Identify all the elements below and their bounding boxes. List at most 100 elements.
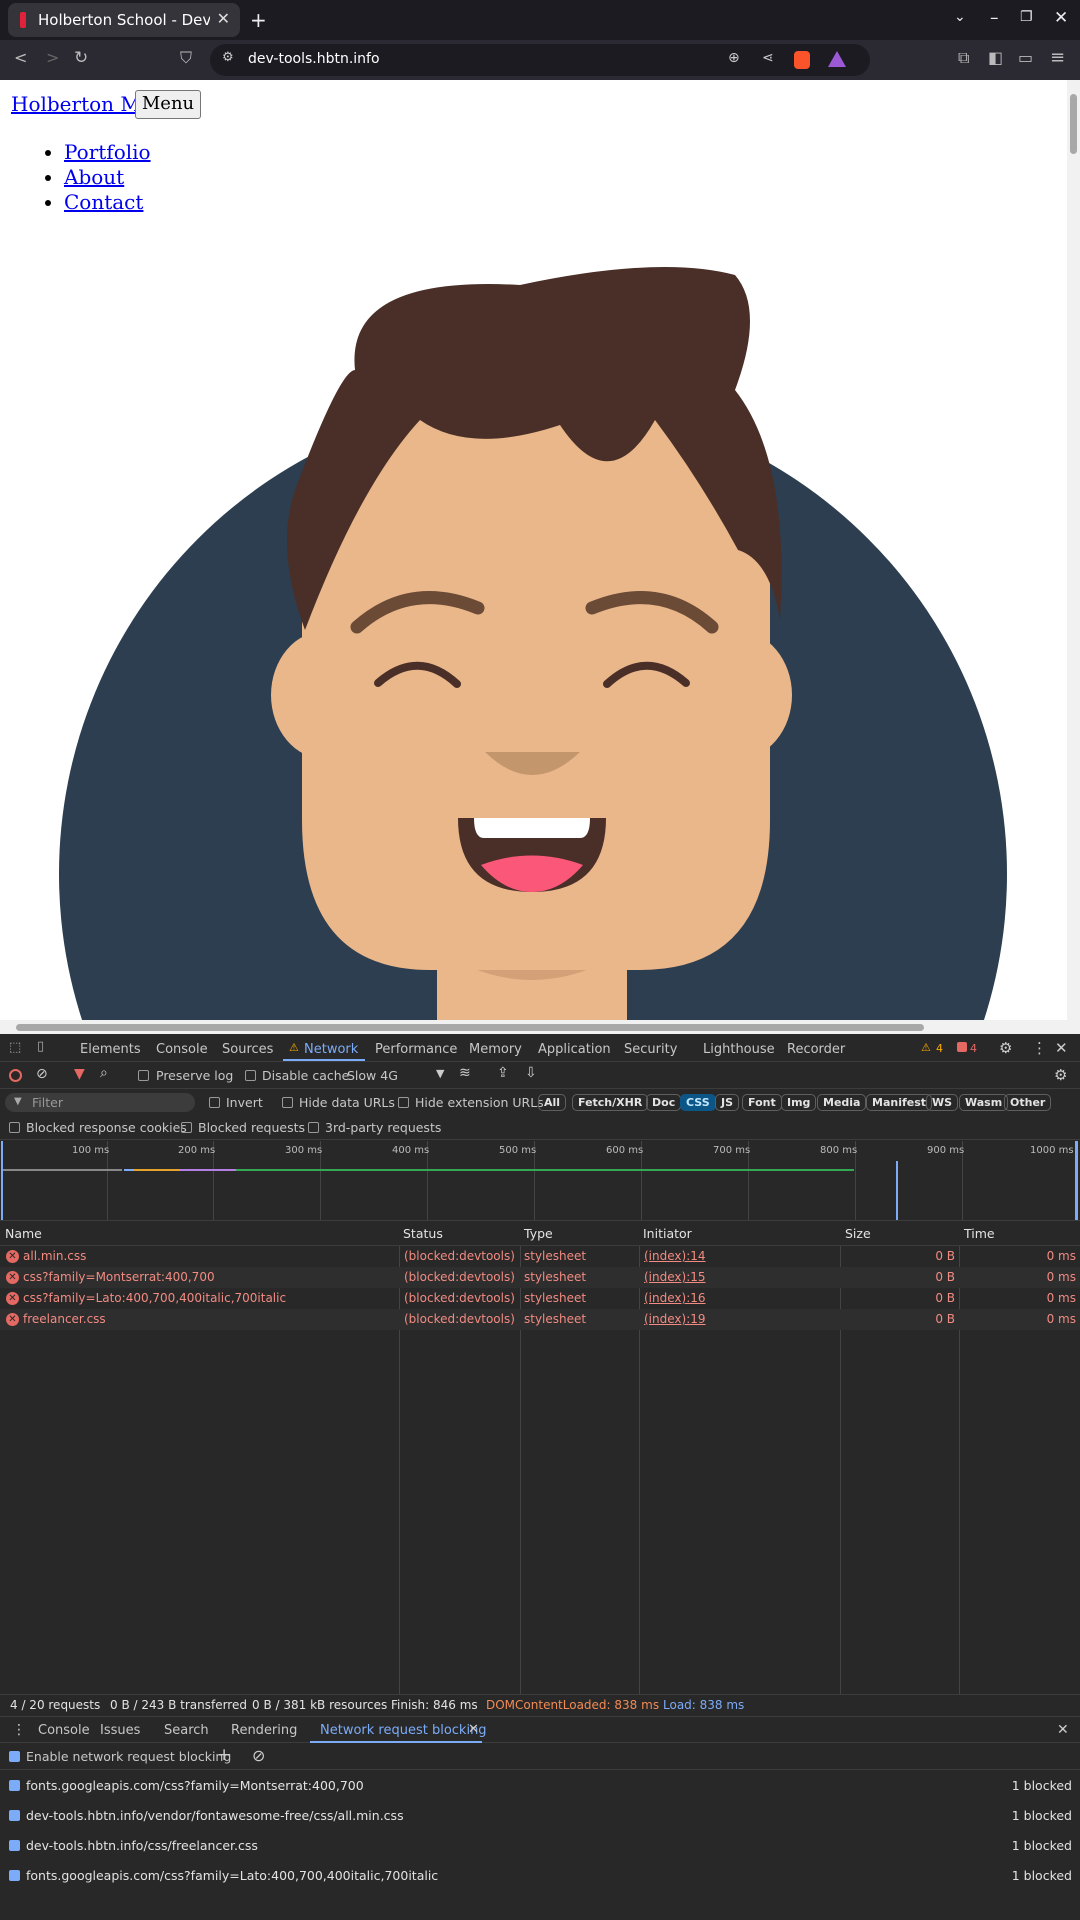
more-options-icon[interactable]: ⋮ [1032,1039,1047,1057]
hide-data-urls-checkbox[interactable] [282,1097,293,1108]
throttle-select[interactable]: Slow 4G [347,1068,398,1083]
pattern-checkbox[interactable] [9,1840,20,1851]
tab-recorder[interactable]: Recorder [787,1042,845,1057]
tab-sources[interactable]: Sources [222,1042,273,1057]
inspect-element-icon[interactable]: ⬚ [9,1040,21,1055]
share-icon[interactable]: ⋖ [762,50,774,66]
type-filter-font[interactable]: Font [742,1094,782,1111]
tab-memory[interactable]: Memory [469,1042,522,1057]
minimize-icon[interactable]: – [990,8,999,28]
network-settings-icon[interactable]: ⚙ [1054,1066,1067,1084]
drawer-tab-console[interactable]: Console [38,1723,90,1738]
warnings-count[interactable]: 4 [936,1042,943,1055]
overview-right-handle[interactable] [1075,1141,1078,1220]
tab-lighthouse[interactable]: Lighthouse [703,1042,775,1057]
forward-icon[interactable]: > [46,48,59,67]
errors-icon[interactable] [957,1042,967,1052]
tab-console[interactable]: Console [156,1042,208,1057]
zoom-icon[interactable]: ⊕ [728,50,740,66]
network-conditions-icon[interactable]: ≋ [459,1065,471,1081]
settings-gear-icon[interactable]: ⚙ [999,1039,1012,1057]
tab-elements[interactable]: Elements [80,1042,141,1057]
page-horizontal-scrollbar[interactable] [0,1020,1080,1034]
column-size[interactable]: Size [845,1226,871,1241]
remove-all-patterns-icon[interactable]: ⊘ [252,1746,265,1765]
disable-cache-checkbox[interactable] [245,1070,256,1081]
site-info-icon[interactable]: ⚙ [222,50,234,65]
column-type[interactable]: Type [524,1226,553,1241]
tab-performance[interactable]: Performance [375,1042,457,1057]
record-stop-icon[interactable] [9,1069,22,1082]
brave-shields-icon[interactable] [794,51,810,69]
reload-icon[interactable]: ↻ [74,48,88,68]
maximize-icon[interactable]: ❐ [1020,9,1033,25]
add-pattern-icon[interactable]: + [217,1745,231,1765]
type-filter-other[interactable]: Other [1004,1094,1052,1111]
bookmark-icon[interactable]: ⛉ [180,48,192,68]
type-filter-wasm[interactable]: Wasm [959,1094,1009,1111]
request-initiator-link[interactable]: (index):19 [644,1312,706,1326]
drawer-tab-issues[interactable]: Issues [100,1723,140,1738]
type-filter-img[interactable]: Img [781,1094,817,1111]
device-toolbar-icon[interactable]: ▯ [37,1039,44,1054]
filter-icon[interactable]: ▼ [74,1066,85,1082]
request-row[interactable]: ✕ freelancer.css (blocked:devtools) styl… [0,1309,1080,1330]
network-overview-timeline[interactable]: 100 ms 200 ms 300 ms 400 ms 500 ms 600 m… [0,1141,1080,1221]
scrollbar-thumb[interactable] [1070,94,1077,154]
request-row[interactable]: ✕ all.min.css (blocked:devtools) stylesh… [0,1246,1080,1267]
overview-left-handle[interactable] [1,1141,3,1220]
request-initiator-link[interactable]: (index):16 [644,1291,706,1305]
type-filter-fetch-xhr[interactable]: Fetch/XHR [572,1094,649,1111]
request-initiator-link[interactable]: (index):14 [644,1249,706,1263]
blocking-pattern-item[interactable]: dev-tools.hbtn.info/vendor/fontawesome-f… [0,1801,1080,1831]
browser-tab[interactable]: Holberton School - Deve ✕ [8,3,240,37]
invert-checkbox[interactable] [209,1097,220,1108]
close-drawer-icon[interactable]: ✕ [1057,1722,1069,1738]
pattern-checkbox[interactable] [9,1870,20,1881]
blocking-pattern-item[interactable]: fonts.googleapis.com/css?family=Montserr… [0,1771,1080,1801]
type-filter-all[interactable]: All [538,1094,567,1111]
filter-input[interactable]: ▼ Filter [5,1093,195,1112]
blocking-pattern-item[interactable]: dev-tools.hbtn.info/css/freelancer.css 1… [0,1831,1080,1861]
blocked-cookies-checkbox[interactable] [9,1122,20,1133]
request-row[interactable]: ✕ css?family=Lato:400,700,400italic,700i… [0,1288,1080,1309]
column-status[interactable]: Status [403,1226,443,1241]
enable-blocking-checkbox[interactable] [9,1751,20,1762]
page-vertical-scrollbar[interactable] [1067,80,1080,1020]
warnings-icon[interactable]: ⚠ [921,1041,931,1054]
hide-extension-urls-checkbox[interactable] [398,1097,409,1108]
scrollbar-thumb[interactable] [16,1024,924,1031]
address-bar[interactable]: ⚙ dev-tools.hbtn.info ⊕ ⋖ [210,44,870,76]
blocked-requests-checkbox[interactable] [181,1122,192,1133]
preserve-log-checkbox[interactable] [138,1070,149,1081]
drawer-tab-rendering[interactable]: Rendering [231,1723,297,1738]
close-drawer-tab-icon[interactable]: ✕ [468,1722,479,1737]
type-filter-manifest[interactable]: Manifest [866,1094,933,1111]
search-icon[interactable]: ⌕ [100,1065,108,1081]
pattern-checkbox[interactable] [9,1810,20,1821]
menu-icon[interactable]: ≡ [1050,47,1065,68]
import-har-icon[interactable]: ⇪ [497,1065,509,1081]
throttle-dropdown-icon[interactable]: ▼ [436,1067,444,1080]
type-filter-ws[interactable]: WS [926,1094,959,1111]
type-filter-css[interactable]: CSS [680,1094,716,1111]
drawer-tab-search[interactable]: Search [164,1723,209,1738]
close-devtools-icon[interactable]: ✕ [1055,1039,1068,1057]
back-icon[interactable]: < [14,48,27,67]
column-name[interactable]: Name [5,1226,42,1241]
extensions-icon[interactable]: ⧉ [958,48,969,68]
new-tab-icon[interactable]: + [250,8,267,32]
tab-list-chevron-icon[interactable]: ⌄ [954,9,966,25]
type-filter-media[interactable]: Media [817,1094,867,1111]
column-initiator[interactable]: Initiator [643,1226,692,1241]
tab-application[interactable]: Application [538,1042,611,1057]
blocking-pattern-item[interactable]: fonts.googleapis.com/css?family=Lato:400… [0,1861,1080,1891]
clear-icon[interactable]: ⊘ [36,1066,48,1082]
wallet-icon[interactable]: ▭ [1018,48,1033,67]
export-har-icon[interactable]: ⇩ [525,1065,537,1081]
sidebar-icon[interactable]: ◧ [988,48,1003,67]
request-row[interactable]: ✕ css?family=Montserrat:400,700 (blocked… [0,1267,1080,1288]
type-filter-js[interactable]: JS [715,1094,740,1111]
tab-network[interactable]: Network [304,1042,358,1057]
close-tab-icon[interactable]: ✕ [217,9,230,28]
